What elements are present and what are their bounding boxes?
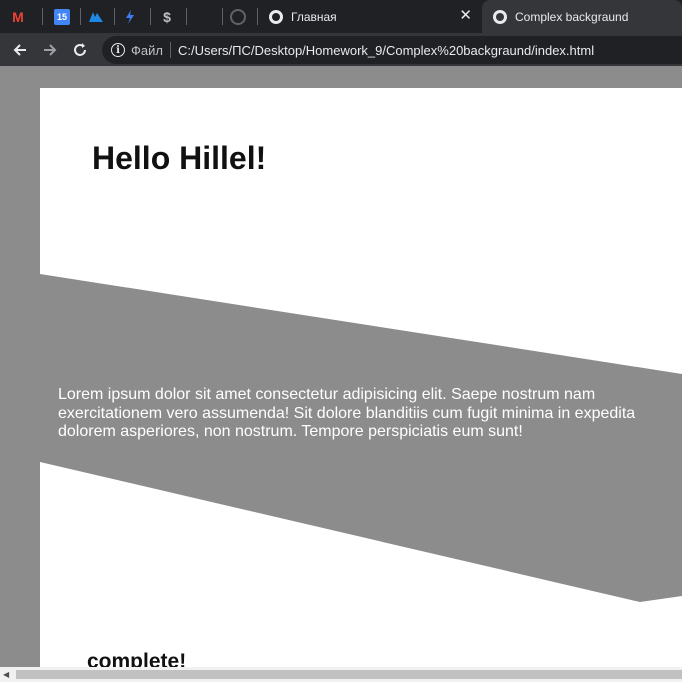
tab-separator <box>150 8 151 25</box>
forward-button[interactable] <box>38 38 62 62</box>
gmail-letter: M <box>12 9 24 25</box>
app-icon-glyph <box>89 12 103 22</box>
calendar-day: 15 <box>54 9 70 25</box>
horizontal-scrollbar[interactable]: ◀ <box>0 667 682 682</box>
back-button[interactable] <box>8 38 32 62</box>
globe-icon <box>493 9 507 24</box>
page-viewport: Hello Hillel! Lorem ipsum dolor sit amet… <box>0 66 682 682</box>
lorem-paragraph: Lorem ipsum dolor sit amet consectetur a… <box>58 386 636 440</box>
scrollbar-thumb[interactable] <box>16 670 682 679</box>
tab-title: Complex backgraund <box>515 9 629 24</box>
tab-complex-backgraund[interactable]: Complex backgraund <box>482 0 682 33</box>
calendar-icon[interactable]: 15 <box>52 7 72 27</box>
info-icon[interactable]: i <box>111 43 125 57</box>
tab-title: Главная <box>291 9 337 24</box>
dollar-icon[interactable]: $ <box>157 7 177 27</box>
tab-separator <box>114 8 115 25</box>
reload-icon <box>74 43 86 56</box>
globe-icon <box>269 9 283 24</box>
tab-separator <box>42 8 43 25</box>
lightning-glyph <box>126 10 134 24</box>
back-arrow-icon <box>13 44 26 56</box>
lightning-icon[interactable] <box>120 7 140 27</box>
tab-glavnaya[interactable]: Главная ✕ <box>258 0 482 33</box>
tab-separator <box>186 8 187 25</box>
scroll-left-icon[interactable]: ◀ <box>3 670 9 679</box>
url-text[interactable]: C:/Users/ПС/Desktop/Homework_9/Complex%2… <box>178 43 594 58</box>
browser-toolbar: i Файл C:/Users/ПС/Desktop/Homework_9/Co… <box>0 33 682 66</box>
blank-icon[interactable] <box>194 7 214 27</box>
scheme-label: Файл <box>131 42 163 58</box>
tab-strip: M 15 $ Главная ✕ Complex backgraund <box>0 0 682 33</box>
omnibox-separator <box>169 42 171 58</box>
github-icon[interactable] <box>228 7 248 27</box>
page-title: Hello Hillel! <box>92 140 267 176</box>
gmail-icon[interactable]: M <box>8 7 28 27</box>
tab-separator <box>80 8 81 25</box>
address-bar[interactable]: i Файл C:/Users/ПС/Desktop/Homework_9/Co… <box>102 36 682 64</box>
close-tab-icon[interactable]: ✕ <box>459 8 472 24</box>
forward-arrow-icon <box>44 44 57 56</box>
tab-separator <box>222 8 223 25</box>
dollar-glyph: $ <box>163 9 171 25</box>
reload-button[interactable] <box>68 38 92 62</box>
github-glyph <box>230 9 246 25</box>
app-icon[interactable] <box>86 7 106 27</box>
